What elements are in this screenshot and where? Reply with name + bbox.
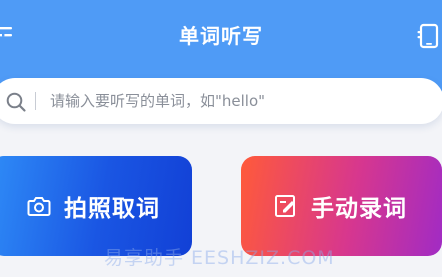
phone-icon[interactable]: [416, 22, 442, 50]
search-input[interactable]: 请输入要听写的单词，如"hello": [50, 78, 265, 124]
watermark: 易享助手 EESHZIZ.COM: [104, 247, 335, 269]
search-bar[interactable]: 请输入要听写的单词，如"hello": [0, 78, 442, 124]
search-divider: [35, 92, 36, 110]
page-title: 单词听写: [179, 24, 263, 48]
photo-capture-label: 拍照取词: [64, 196, 160, 222]
edit-document-icon: [275, 195, 295, 217]
photo-capture-card[interactable]: 拍照取词: [0, 156, 192, 256]
manual-entry-card[interactable]: 手动录词: [241, 156, 442, 256]
page: 单词听写 请输入要听写的单词，如"hello" 拍照取词 手动录词 易享助手 E…: [0, 0, 442, 277]
manual-entry-label: 手动录词: [311, 196, 407, 222]
camera-icon: [27, 197, 51, 216]
search-icon: [6, 92, 26, 112]
